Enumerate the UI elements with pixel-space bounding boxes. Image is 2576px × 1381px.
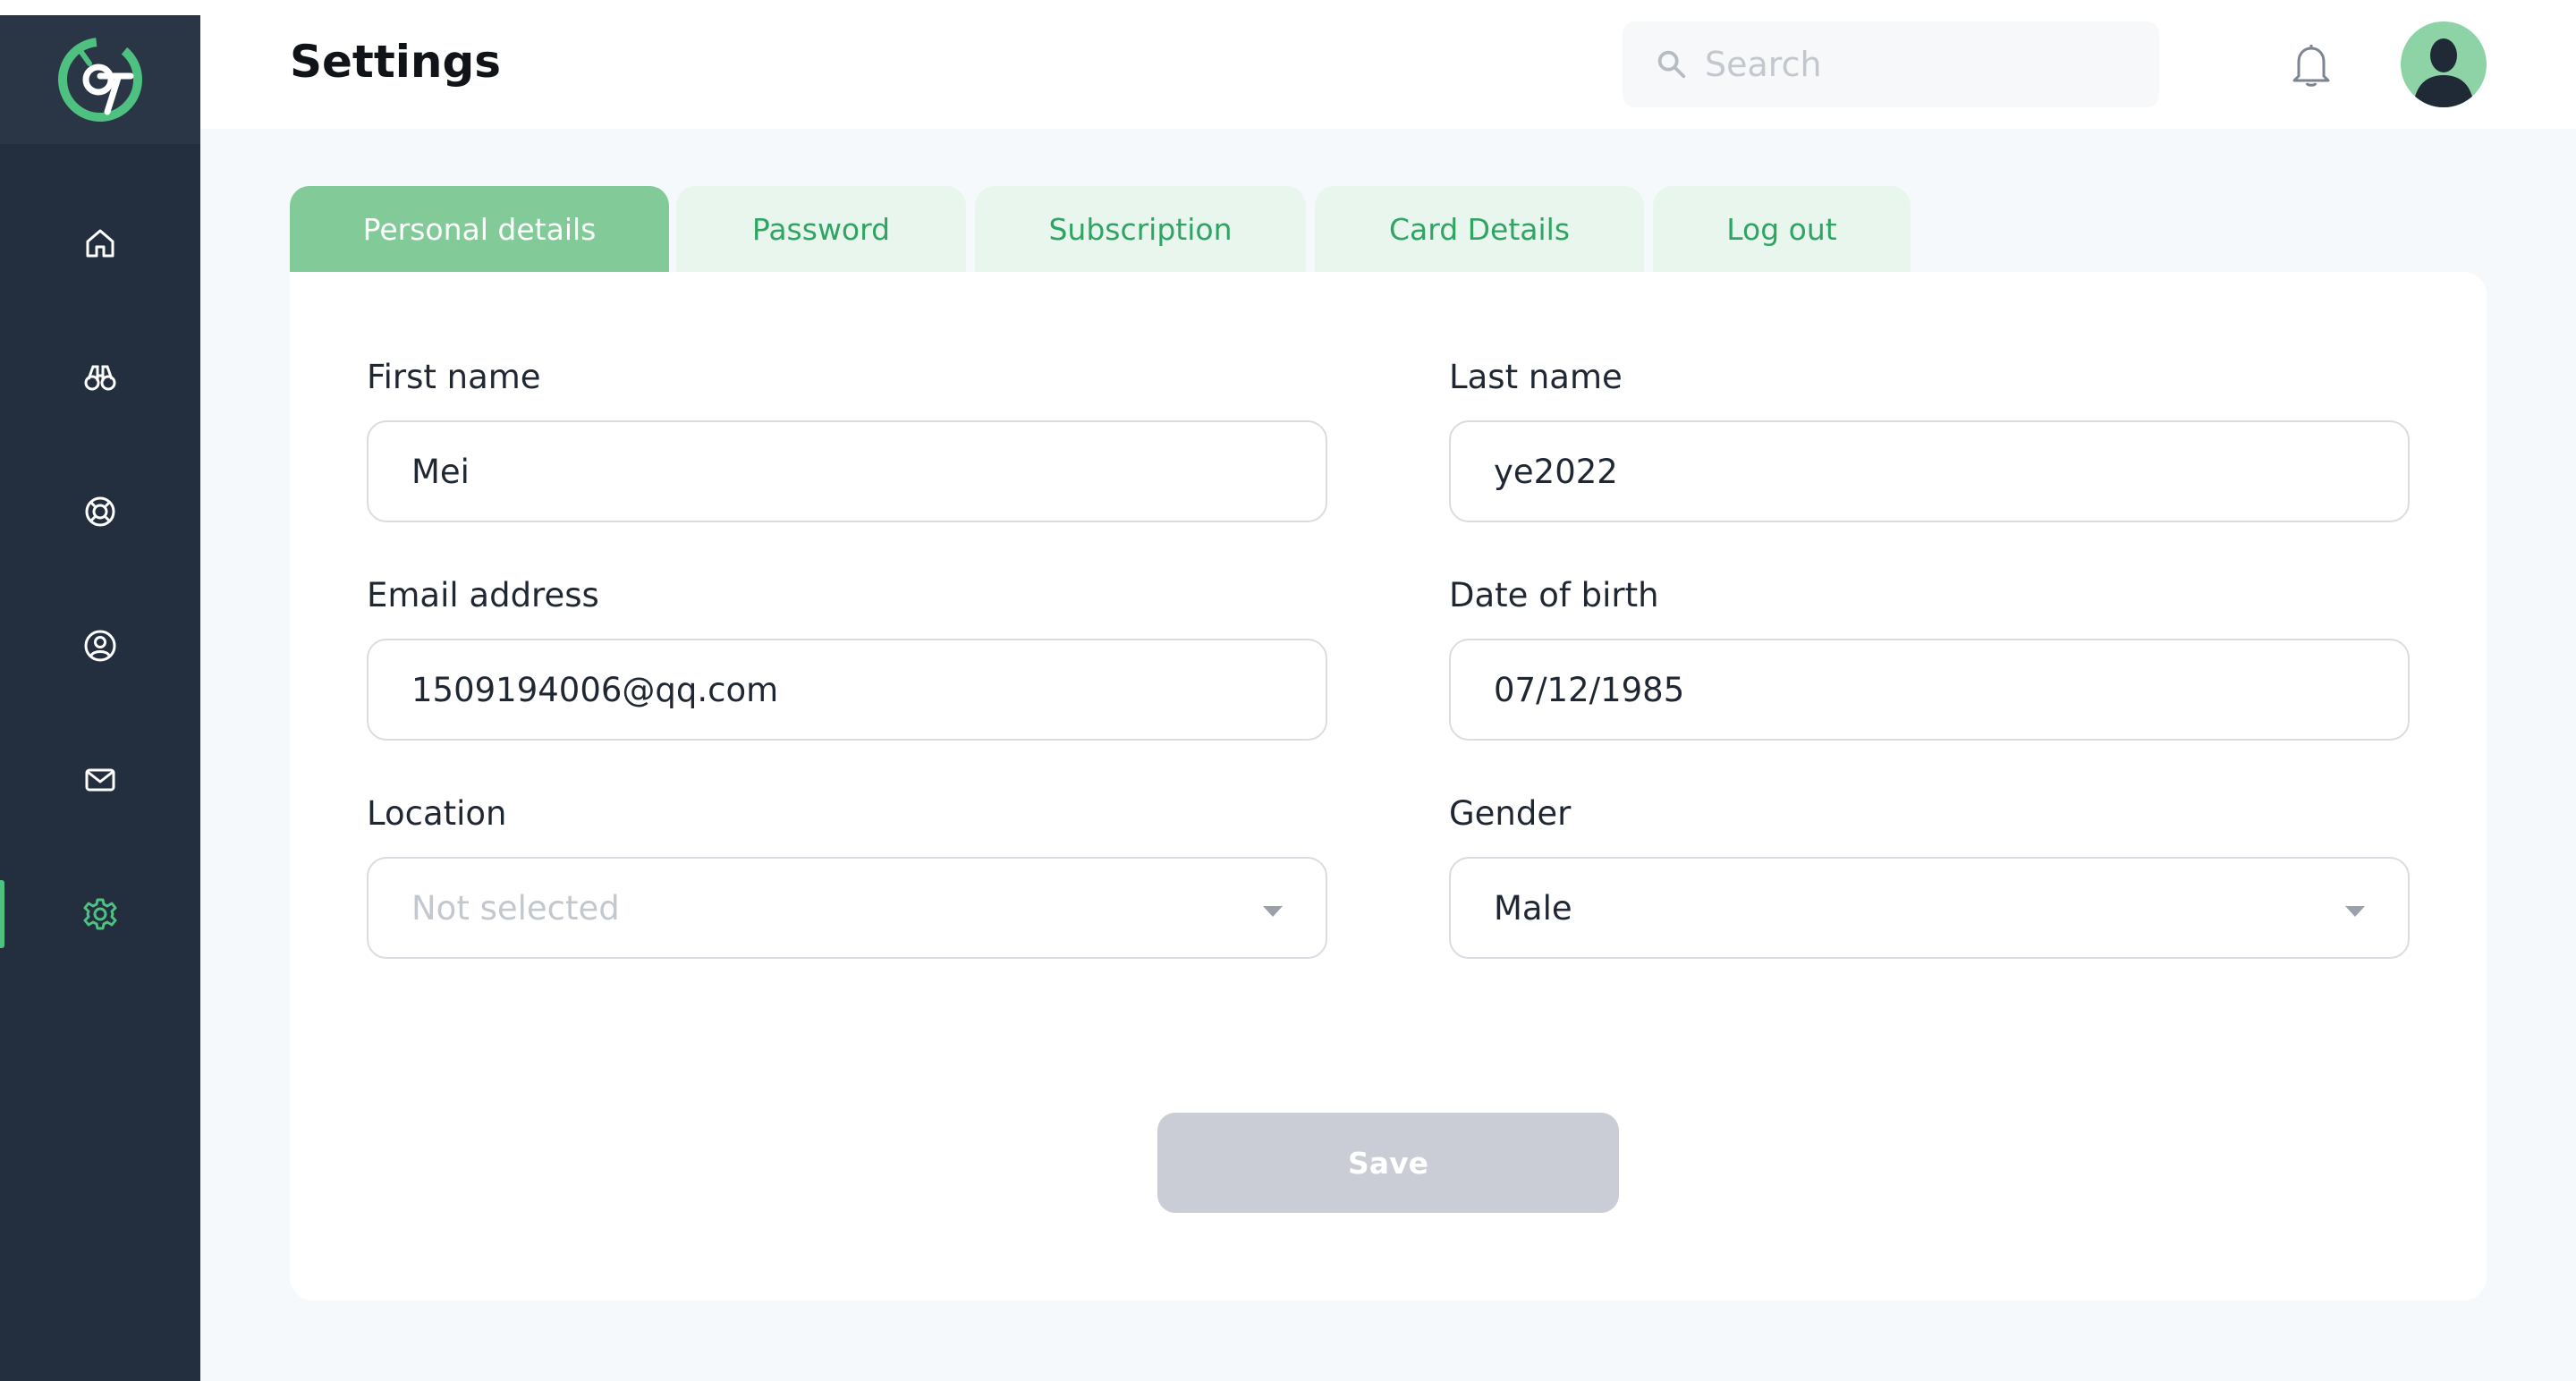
location-select[interactable]: Not selected bbox=[367, 857, 1327, 959]
sidebar-item-messages[interactable] bbox=[0, 735, 200, 825]
chevron-down-icon bbox=[1263, 906, 1283, 917]
first-name-label: First name bbox=[367, 358, 541, 396]
tab-password[interactable]: Password bbox=[676, 186, 966, 272]
gender-selected-value: Male bbox=[1494, 888, 1572, 928]
last-name-field[interactable] bbox=[1449, 420, 2410, 522]
search-box[interactable] bbox=[1623, 21, 2159, 107]
search-icon bbox=[1657, 50, 1686, 79]
last-name-input[interactable] bbox=[1494, 452, 2365, 491]
header: Settings bbox=[200, 0, 2576, 129]
app: Settings Personal details Password bbox=[0, 0, 2576, 1381]
settings-content: Personal details Password Subscription C… bbox=[200, 129, 2576, 1381]
dob-field[interactable] bbox=[1449, 639, 2410, 741]
tab-personal-details[interactable]: Personal details bbox=[290, 186, 669, 272]
chevron-down-icon bbox=[2345, 906, 2365, 917]
gear-icon bbox=[83, 898, 117, 930]
first-name-field[interactable] bbox=[367, 420, 1327, 522]
sidebar-item-explore[interactable] bbox=[0, 333, 200, 422]
sidebar-item-support[interactable] bbox=[0, 467, 200, 556]
sidebar-item-settings[interactable] bbox=[0, 869, 200, 959]
location-label: Location bbox=[367, 794, 507, 833]
user-circle-icon bbox=[84, 630, 116, 662]
tab-subscription[interactable]: Subscription bbox=[975, 186, 1306, 272]
email-label: Email address bbox=[367, 576, 599, 614]
last-name-label: Last name bbox=[1449, 358, 1623, 396]
search-input[interactable] bbox=[1705, 45, 2152, 84]
gender-select[interactable]: Male bbox=[1449, 857, 2410, 959]
gender-label: Gender bbox=[1449, 794, 1572, 833]
sidebar bbox=[0, 15, 200, 1381]
binoculars-icon bbox=[84, 365, 116, 391]
mail-icon bbox=[85, 768, 115, 792]
lifebuoy-icon bbox=[85, 496, 115, 527]
brand-logo-icon bbox=[58, 38, 142, 122]
location-selected-value: Not selected bbox=[411, 888, 620, 928]
email-field[interactable] bbox=[367, 639, 1327, 741]
save-button[interactable]: Save bbox=[1157, 1113, 1619, 1213]
logo[interactable] bbox=[0, 15, 200, 144]
notifications-button[interactable] bbox=[2286, 38, 2336, 91]
sidebar-item-home[interactable] bbox=[0, 199, 200, 288]
avatar[interactable] bbox=[2401, 21, 2487, 107]
first-name-input[interactable] bbox=[411, 452, 1283, 491]
sidebar-item-profile[interactable] bbox=[0, 601, 200, 690]
tab-log-out[interactable]: Log out bbox=[1653, 186, 1911, 272]
dob-input[interactable] bbox=[1494, 670, 2365, 709]
email-input[interactable] bbox=[411, 670, 1283, 709]
bell-icon bbox=[2292, 45, 2330, 87]
dob-label: Date of birth bbox=[1449, 576, 1659, 614]
home-icon bbox=[86, 229, 114, 258]
page-title: Settings bbox=[290, 36, 502, 88]
personal-details-form: First name Last name Email address Date … bbox=[290, 272, 2487, 1301]
tab-card-details[interactable]: Card Details bbox=[1315, 186, 1644, 272]
user-avatar-icon bbox=[2413, 38, 2474, 107]
